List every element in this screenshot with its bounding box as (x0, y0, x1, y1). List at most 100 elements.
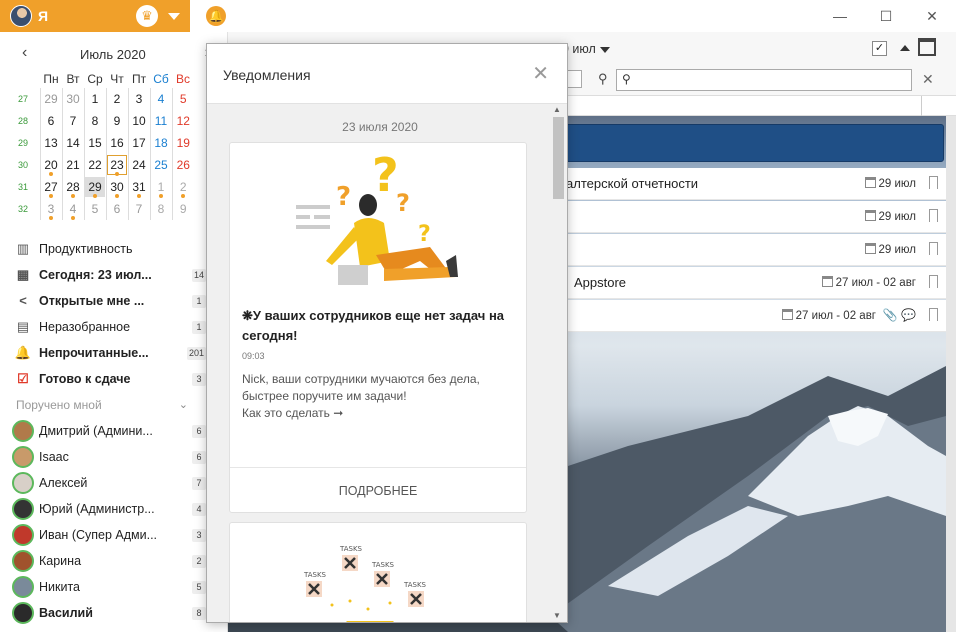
calendar-day[interactable]: 11 (149, 110, 172, 132)
assignee-item[interactable]: Никита 5 (0, 574, 210, 600)
crown-icon[interactable]: ♛ (136, 5, 158, 27)
chevron-down-icon[interactable] (168, 13, 180, 20)
maximize-button[interactable]: ☐ (871, 4, 901, 28)
task-title[interactable]: Appstore (574, 275, 626, 290)
user-name[interactable]: Я (38, 8, 48, 24)
calendar-day[interactable]: 5 (171, 88, 194, 110)
search-input[interactable] (616, 69, 912, 91)
calendar-day[interactable]: 15 (83, 132, 106, 154)
calendar-day[interactable]: 2 (171, 176, 194, 198)
calendar-day[interactable]: 4 (61, 198, 84, 220)
date-filter-dropdown[interactable]: 9 июл (562, 42, 610, 56)
calendar-day[interactable]: 3 (127, 88, 150, 110)
assignee-item[interactable]: Дмитрий (Админи... 6 (0, 418, 210, 444)
notifications-scrollbar[interactable]: ▲ ▼ (551, 105, 566, 622)
filter-dropdown[interactable] (566, 70, 582, 88)
profile-menu[interactable]: Я ♛ (0, 0, 190, 32)
assigned-by-me-section[interactable]: Поручено мной ⌄ (0, 392, 210, 418)
calendar-day[interactable]: 18 (149, 132, 172, 154)
search-field-icon: ⚲ (622, 72, 631, 86)
more-details-button[interactable]: ПОДРОБНЕЕ (230, 467, 526, 513)
calendar-day[interactable]: 16 (105, 132, 128, 154)
calendar-day[interactable]: 23 (105, 154, 128, 176)
assignee-item[interactable]: Юрий (Администр... 4 (0, 496, 210, 522)
bookmark-icon[interactable] (929, 242, 938, 259)
calendar-day[interactable]: 14 (61, 132, 84, 154)
notification-card[interactable]: ? ? ? ? ❋У ваших сотрудников еще нет зад… (229, 142, 527, 513)
bookmark-icon[interactable] (929, 308, 938, 325)
calendar-day[interactable]: 30 (105, 176, 128, 198)
bookmark-icon[interactable] (929, 209, 938, 226)
assignee-item[interactable]: Карина 2 (0, 548, 210, 574)
calendar-day[interactable]: 19 (171, 132, 194, 154)
search-icon[interactable]: ⚲ (598, 71, 608, 87)
assignee-item[interactable]: Алексей 7 (0, 470, 210, 496)
close-icon[interactable]: ✕ (532, 61, 549, 86)
prev-month-button[interactable]: ‹ (22, 44, 27, 62)
calendar-day[interactable]: 6 (105, 198, 128, 220)
minimize-button[interactable]: — (825, 4, 855, 28)
avatar[interactable] (10, 5, 32, 27)
clear-search-button[interactable]: ✕ (922, 71, 934, 88)
calendar-day[interactable]: 9 (105, 110, 128, 132)
sort-up-icon[interactable] (900, 45, 910, 51)
calendar-day[interactable]: 29 (39, 88, 62, 110)
calendar-day[interactable]: 7 (127, 198, 150, 220)
avatar (12, 576, 34, 598)
scroll-up-icon[interactable]: ▲ (553, 105, 561, 114)
count-badge: 5 (192, 581, 206, 594)
calendar-day-number: 8 (91, 114, 99, 128)
assignee-item[interactable]: Isaac 6 (0, 444, 210, 470)
calendar-day[interactable]: 8 (149, 198, 172, 220)
scroll-down-icon[interactable]: ▼ (553, 611, 561, 620)
task-title[interactable]: алтерской отчетности (566, 176, 698, 191)
calendar-day[interactable]: 5 (83, 198, 106, 220)
calendar-day[interactable]: 13 (39, 132, 62, 154)
calendar-day[interactable]: 22 (83, 154, 106, 176)
calendar-day[interactable]: 21 (61, 154, 84, 176)
calendar-day[interactable]: 29 (83, 176, 106, 198)
nav-today[interactable]: ▦ Сегодня: 23 июл... 14 (0, 262, 210, 288)
calendar-day[interactable]: 10 (127, 110, 150, 132)
nav-productivity[interactable]: ▥ Продуктивность (0, 236, 210, 262)
notification-card[interactable]: TASKS TASKS TASKS TASKS (229, 522, 527, 622)
bookmark-icon[interactable] (929, 275, 938, 292)
assignee-item[interactable]: Василий 8 (0, 600, 210, 626)
calendar-day[interactable]: 1 (83, 88, 106, 110)
calendar-day[interactable]: 30 (61, 88, 84, 110)
column-divider[interactable] (921, 96, 922, 116)
nav-unread[interactable]: 🔔 Непрочитанные... 201 (0, 340, 210, 366)
calendar-day[interactable]: 25 (149, 154, 172, 176)
nav-ready-to-submit[interactable]: ☑ Готово к сдаче 3 (0, 366, 210, 392)
calendar-day[interactable]: 1 (149, 176, 172, 198)
chevron-down-icon[interactable]: ⌄ (179, 392, 188, 418)
calendar-day-number: 8 (157, 202, 165, 216)
bookmark-icon[interactable] (929, 176, 938, 193)
close-window-button[interactable]: ✕ (917, 4, 947, 28)
calendar-day[interactable]: 27 (39, 176, 62, 198)
calendar-day[interactable]: 7 (61, 110, 84, 132)
calendar-day[interactable]: 20 (39, 154, 62, 176)
assignee-name: Василий (39, 606, 93, 620)
calendar-view-icon[interactable] (918, 38, 936, 56)
calendar-day[interactable]: 31 (127, 176, 150, 198)
calendar-day[interactable]: 28 (61, 176, 84, 198)
nav-unsorted[interactable]: ▤ Неразобранное 1 (0, 314, 210, 340)
calendar-day[interactable]: 26 (171, 154, 194, 176)
calendar-day[interactable]: 2 (105, 88, 128, 110)
show-completed-checkbox[interactable]: ✓ (872, 41, 887, 56)
notifications-bell-icon[interactable]: 🔔 (206, 6, 226, 26)
calendar-day[interactable]: 17 (127, 132, 150, 154)
calendar-day[interactable]: 4 (149, 88, 172, 110)
scroll-thumb[interactable] (553, 117, 564, 199)
calendar-day[interactable]: 24 (127, 154, 150, 176)
calendar-day[interactable]: 6 (39, 110, 62, 132)
calendar-day[interactable]: 9 (171, 198, 194, 220)
nav-shared-with-me[interactable]: < Открытые мне ... 1 (0, 288, 210, 314)
main-scrollbar[interactable] (946, 116, 956, 632)
assignee-item[interactable]: Иван (Супер Адми... 3 (0, 522, 210, 548)
how-to-link[interactable]: Как это сделать ➞ (242, 406, 343, 420)
calendar-day[interactable]: 3 (39, 198, 62, 220)
calendar-day[interactable]: 12 (171, 110, 194, 132)
calendar-day[interactable]: 8 (83, 110, 106, 132)
